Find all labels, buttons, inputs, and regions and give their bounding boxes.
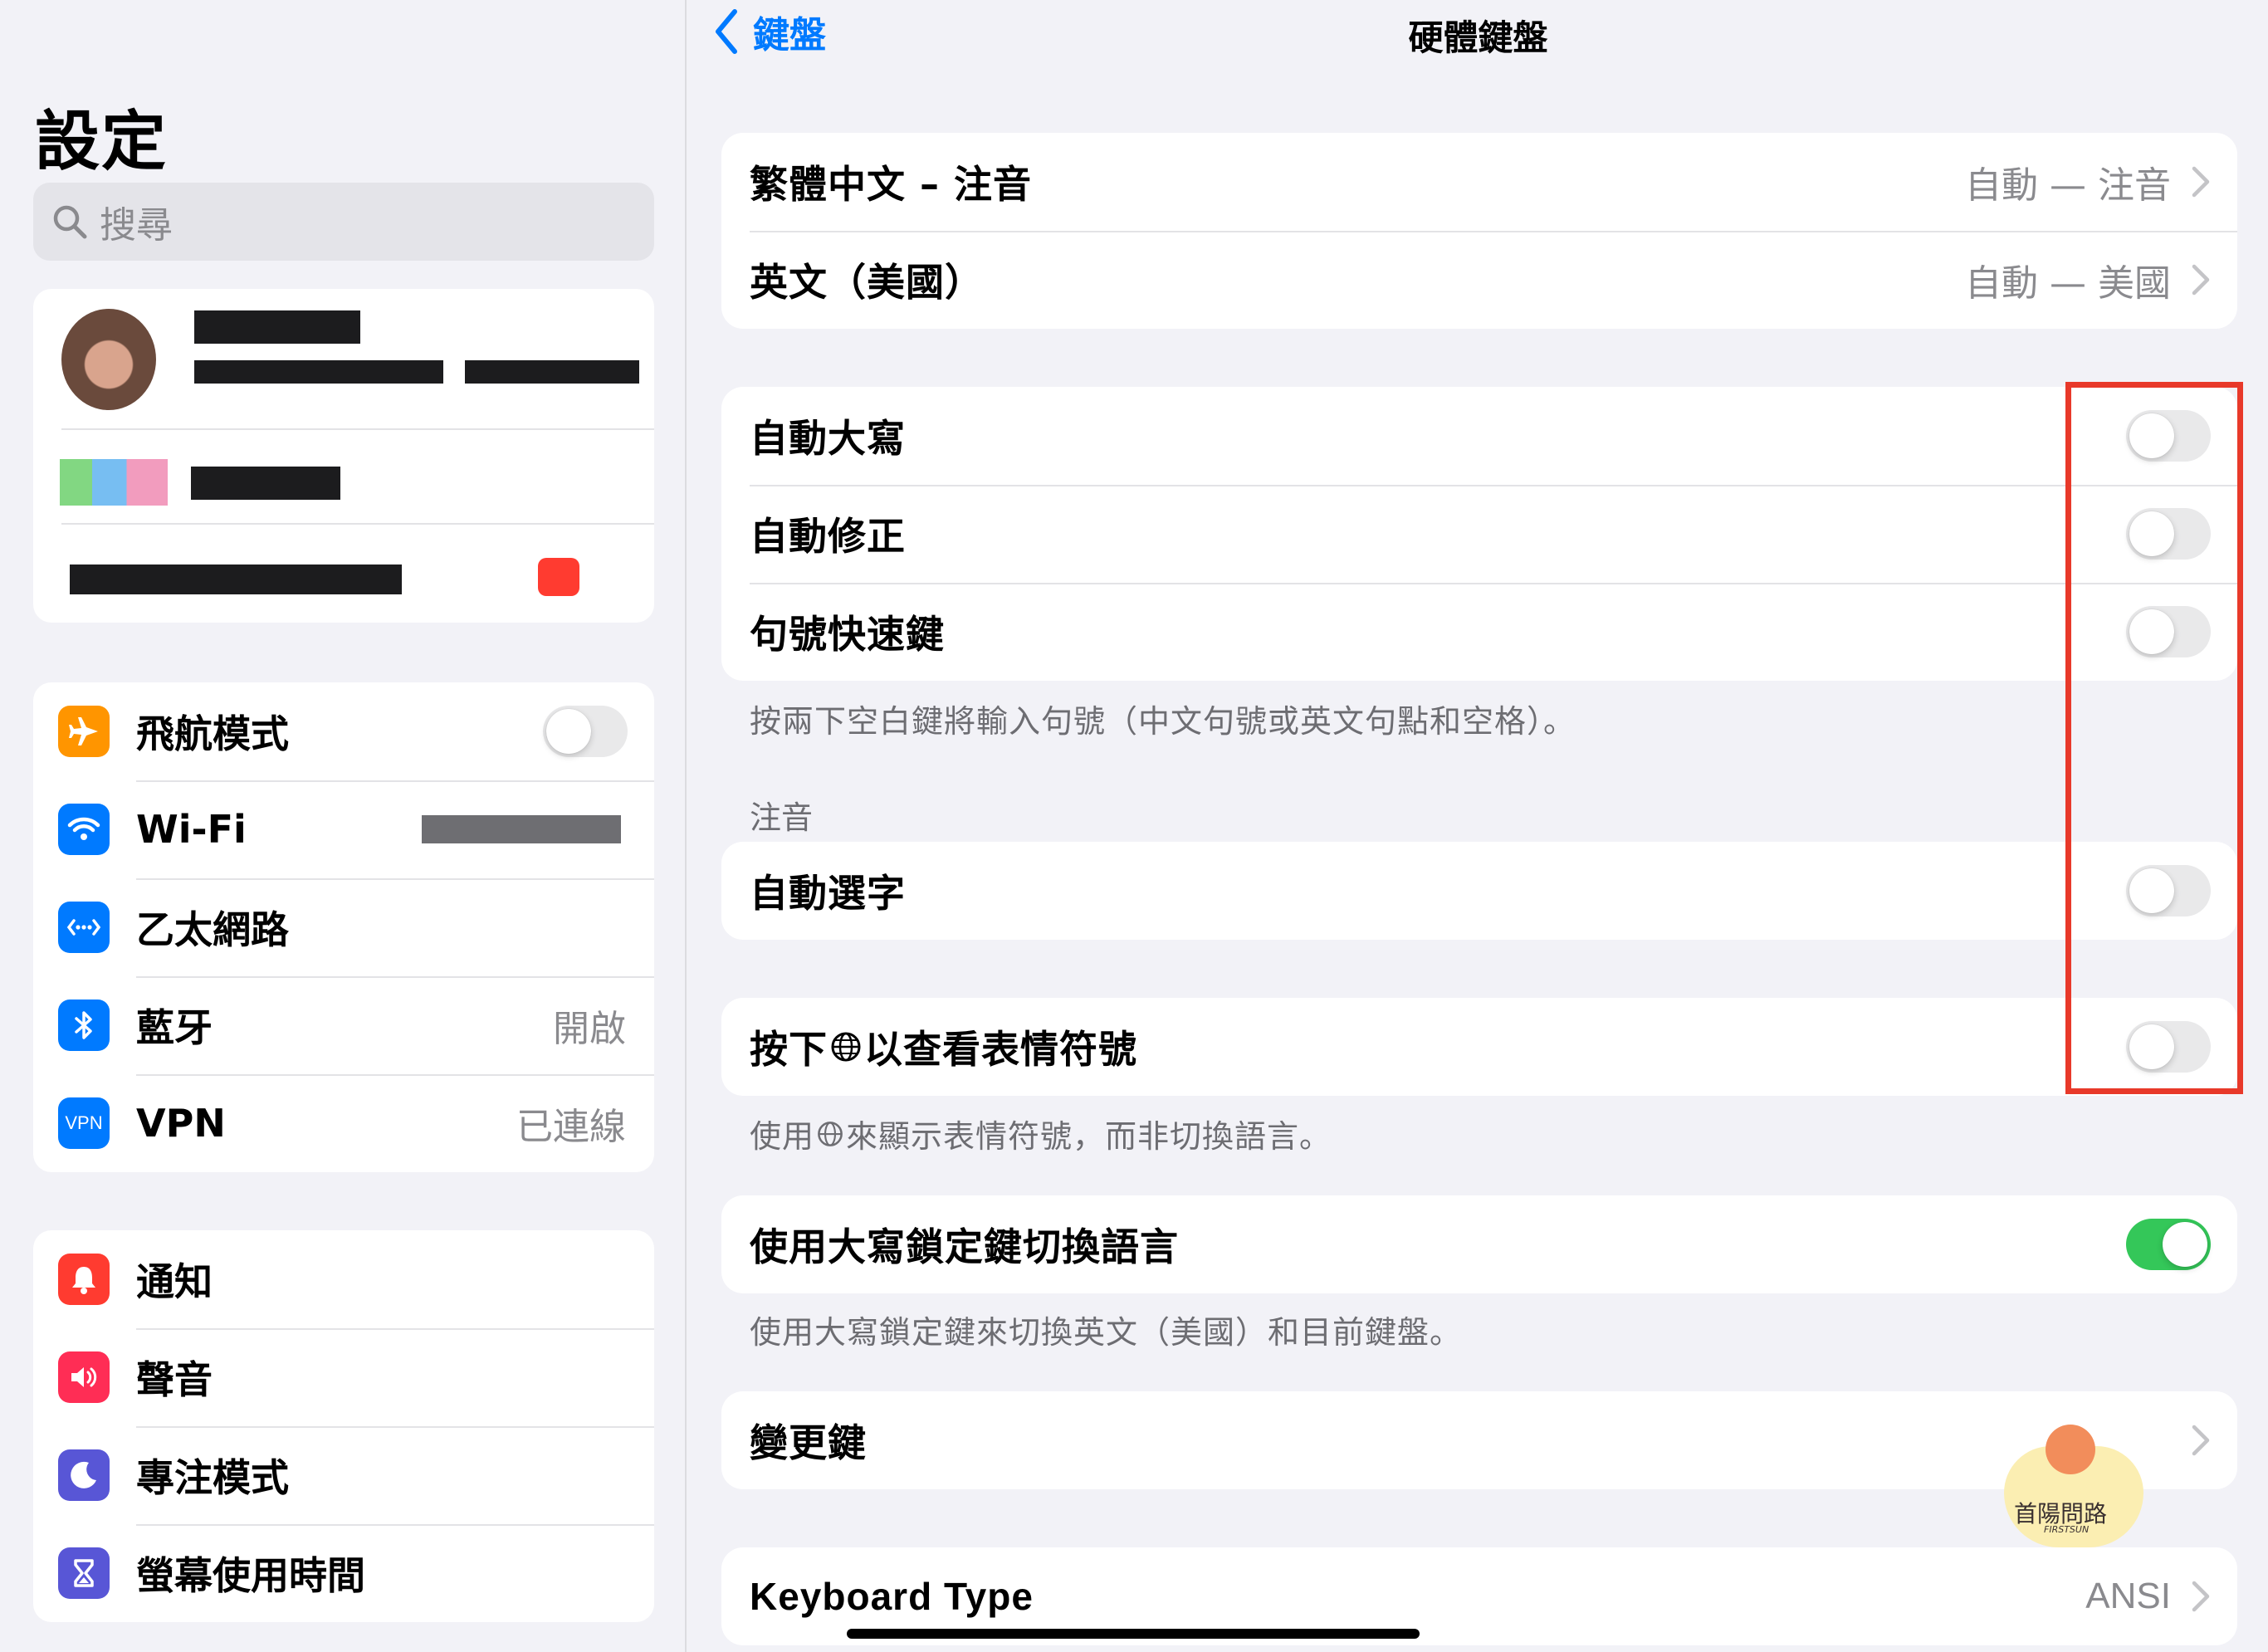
sidebar-item-label: 聲音 xyxy=(136,1357,213,1402)
row-label: 英文（美國） xyxy=(750,260,984,305)
sidebar-item-label: 螢幕使用時間 xyxy=(136,1553,365,1598)
globe-icon xyxy=(831,1032,861,1062)
row-label: 自動選字 xyxy=(750,871,906,916)
hourglass-icon xyxy=(58,1547,110,1599)
account-card[interactable] xyxy=(33,289,654,623)
keyboards-group: 繁體中文 – 注音 自動 — 注音 英文（美國） 自動 — 美國 xyxy=(721,133,2237,329)
sidebar-item-vpn[interactable]: VPN VPN 已連線 xyxy=(33,1074,654,1172)
ethernet-icon xyxy=(58,902,110,953)
typing-toggles-group: 自動大寫 自動修正 句號快速鍵 xyxy=(721,387,2237,681)
family-redacted-icon xyxy=(60,459,168,506)
sidebar-item-label: 通知 xyxy=(136,1259,213,1304)
sidebar-item-label: 乙太網路 xyxy=(136,907,289,952)
search-input[interactable]: 搜尋 xyxy=(33,183,654,261)
sidebar-item-sounds[interactable]: 聲音 xyxy=(33,1328,654,1426)
sidebar-item-notifications[interactable]: 通知 xyxy=(33,1230,654,1328)
sidebar-item-focus[interactable]: 專注模式 xyxy=(33,1426,654,1524)
keyboard-row-zhuyin[interactable]: 繁體中文 – 注音 自動 — 注音 xyxy=(721,133,2237,231)
wifi-icon xyxy=(58,804,110,855)
chevron-right-icon xyxy=(2192,1425,2210,1456)
chevron-right-icon xyxy=(2192,264,2210,296)
caps-lock-footnote: 使用大寫鎖定鍵來切換英文（美國）和目前鍵盤。 xyxy=(750,1314,1463,1351)
sun-icon xyxy=(2046,1425,2095,1474)
suggestion-badge-icon xyxy=(538,558,579,596)
airplane-icon xyxy=(58,706,110,757)
row-label: 繁體中文 – 注音 xyxy=(750,162,1033,207)
search-placeholder: 搜尋 xyxy=(100,204,173,247)
globe-emoji-row: 按下 以查看表情符號 xyxy=(721,998,2237,1096)
sidebar-item-label: 藍牙 xyxy=(136,1005,213,1050)
watermark-subtext: FIRSTSUN xyxy=(2044,1524,2090,1535)
globe-emoji-group: 按下 以查看表情符號 xyxy=(721,998,2237,1096)
notifications-group: 通知 聲音 專注模式 螢幕使用時間 xyxy=(33,1230,654,1622)
sidebar-item-wifi[interactable]: Wi-Fi xyxy=(33,780,654,878)
sidebar-item-ethernet[interactable]: 乙太網路 xyxy=(33,878,654,976)
sidebar-item-label: 專注模式 xyxy=(136,1455,289,1500)
settings-sidebar: 設定 搜尋 飛航模式 Wi-Fi 乙太網路 藍牙 開啟 VPN VPN 已連線 … xyxy=(0,0,687,1652)
caps-lock-group: 使用大寫鎖定鍵切換語言 xyxy=(721,1195,2237,1293)
zhuyin-group: 自動選字 xyxy=(721,842,2237,940)
sidebar-item-label: VPN xyxy=(136,1101,226,1146)
sidebar-item-label: Wi-Fi xyxy=(136,807,247,852)
chevron-right-icon xyxy=(2192,166,2210,198)
period-shortcut-row: 句號快速鍵 xyxy=(721,583,2237,681)
globe-footnote: 使用 來顯示表情符號，而非切換語言。 xyxy=(750,1118,1332,1155)
sidebar-item-label: 飛航模式 xyxy=(136,711,289,756)
caps-lock-toggle[interactable] xyxy=(2126,1219,2211,1270)
chevron-right-icon xyxy=(2192,1581,2210,1612)
row-value: 自動 — 注音 xyxy=(1965,164,2171,207)
moon-icon xyxy=(58,1449,110,1501)
auto-capitalization-row: 自動大寫 xyxy=(721,387,2237,485)
sidebar-item-screen-time[interactable]: 螢幕使用時間 xyxy=(33,1524,654,1622)
bluetooth-status: 開啟 xyxy=(553,1008,626,1050)
row-label: 句號快速鍵 xyxy=(750,612,945,657)
row-label: 自動修正 xyxy=(750,514,906,559)
row-label: 自動大寫 xyxy=(750,416,906,461)
page-title: 硬體鍵盤 xyxy=(1408,17,1548,58)
search-icon xyxy=(53,205,87,239)
sidebar-title: 設定 xyxy=(35,105,169,179)
globe-icon xyxy=(818,1121,843,1146)
period-footnote: 按兩下空白鍵將輸入句號（中文句號或英文句點和空格）。 xyxy=(750,703,1576,740)
airplane-mode-toggle[interactable] xyxy=(543,706,628,757)
bell-icon xyxy=(58,1254,110,1305)
row-label: 變更鍵 xyxy=(750,1420,867,1465)
row-value: 自動 — 美國 xyxy=(1965,262,2171,305)
hardware-keyboard-panel: 鍵盤 硬體鍵盤 繁體中文 – 注音 自動 — 注音 英文（美國） 自動 — 美國… xyxy=(688,0,2268,1652)
bluetooth-icon xyxy=(58,1000,110,1051)
vpn-icon: VPN xyxy=(58,1097,110,1149)
watermark-logo: 首陽問路 FIRSTSUN xyxy=(1997,1413,2143,1552)
row-label: Keyboard Type xyxy=(750,1575,1034,1618)
home-indicator[interactable] xyxy=(847,1629,1420,1639)
speaker-icon xyxy=(58,1351,110,1403)
connectivity-group: 飛航模式 Wi-Fi 乙太網路 藍牙 開啟 VPN VPN 已連線 xyxy=(33,682,654,1172)
avatar[interactable] xyxy=(61,309,156,410)
zhuyin-section-header: 注音 xyxy=(750,799,814,836)
sidebar-item-bluetooth[interactable]: 藍牙 開啟 xyxy=(33,976,654,1074)
auto-select-row: 自動選字 xyxy=(721,842,2237,940)
row-label: 使用大寫鎖定鍵切換語言 xyxy=(750,1224,1179,1269)
annotation-highlight-box xyxy=(2065,382,2243,1094)
sidebar-item-airplane-mode[interactable]: 飛航模式 xyxy=(33,682,654,780)
keyboard-row-english[interactable]: 英文（美國） 自動 — 美國 xyxy=(721,231,2237,329)
auto-correction-row: 自動修正 xyxy=(721,485,2237,583)
row-value: ANSI xyxy=(2085,1576,2171,1616)
caps-lock-row: 使用大寫鎖定鍵切換語言 xyxy=(721,1195,2237,1293)
vpn-status: 已連線 xyxy=(516,1106,626,1148)
row-label: 按下 以查看表情符號 xyxy=(750,1027,1137,1072)
